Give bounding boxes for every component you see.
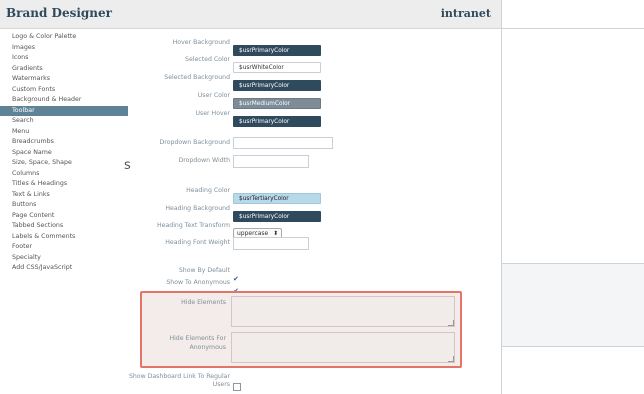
sidebar-item-labels-comments[interactable]: Labels & Comments <box>0 232 128 243</box>
sidebar-item-specialty[interactable]: Specialty <box>0 253 128 264</box>
sidebar-item-images[interactable]: Images <box>0 43 128 54</box>
label-heading-color: Heading Color <box>186 187 230 194</box>
user-hover-field[interactable]: $usrPrimaryColor <box>233 116 321 127</box>
sidebar-item-toolbar[interactable]: Toolbar <box>0 105 128 116</box>
sidebar-item-logo-color-palette[interactable]: Logo & Color Palette <box>0 32 128 43</box>
hide-elements-textarea[interactable] <box>231 296 455 327</box>
label-hide-elements-anonymous: Hide Elements For Anonymous <box>169 335 226 351</box>
brand-designer-window: Brand Designer intranet Logo & Color Pal… <box>0 0 502 394</box>
label-user-hover: User Hover <box>195 110 230 117</box>
hide-elements-anonymous-textarea[interactable] <box>231 332 455 363</box>
sidebar-item-text-links[interactable]: Text & Links <box>0 190 128 201</box>
sidebar-item-tabbed-sections[interactable]: Tabbed Sections <box>0 221 128 232</box>
sidebar-item-add-css-javascript[interactable]: Add CSS/JavaScript <box>0 263 128 274</box>
select-value: uppercase <box>237 230 269 237</box>
sidebar-item-footer[interactable]: Footer <box>0 242 128 253</box>
divider-line <box>502 28 644 29</box>
dropdown-width-input[interactable] <box>233 155 309 168</box>
row-show-to-anonymous: Show To Anonymous ✔ <box>128 277 498 295</box>
row-selected-color: Selected Color $usrWhiteColor <box>128 54 498 73</box>
site-name-label: intranet <box>440 7 491 20</box>
sidebar-item-breadcrumbs[interactable]: Breadcrumbs <box>0 137 128 148</box>
label-show-dashboard-link: Show Dashboard Link To Regular Users <box>128 373 230 388</box>
sidebar-item-custom-fonts[interactable]: Custom Fonts <box>0 85 128 96</box>
sidebar-item-gradients[interactable]: Gradients <box>0 64 128 75</box>
highlight-box: Hide Elements Hide Elements For Anonymou… <box>140 291 462 368</box>
label-selected-background: Selected Background <box>164 74 230 81</box>
row-show-by-default: Show By Default ✔ <box>128 265 498 283</box>
heading-font-weight-input[interactable] <box>233 237 309 250</box>
sidebar-item-background-header[interactable]: Background & Header <box>0 95 128 106</box>
sidebar-item-columns[interactable]: Columns <box>0 169 128 180</box>
select-arrows-icon: ⬍ <box>273 230 279 237</box>
sidebar-item-buttons[interactable]: Buttons <box>0 200 128 211</box>
cutoff-letter: s <box>124 158 131 173</box>
row-heading-font-weight: Heading Font Weight <box>128 237 498 250</box>
row-selected-background: Selected Background $usrPrimaryColor <box>128 72 498 91</box>
row-heading-text-transform: Heading Text Transform uppercase ⬍ <box>128 220 498 239</box>
label-heading-text-transform: Heading Text Transform <box>157 222 230 229</box>
label-heading-font-weight: Heading Font Weight <box>165 239 230 246</box>
row-user-hover: User Hover $usrPrimaryColor <box>128 108 498 127</box>
row-dropdown-width: Dropdown Width <box>128 155 498 168</box>
sidebar-item-size-space-shape[interactable]: Size, Space, Shape <box>0 158 128 169</box>
header-bar: Brand Designer intranet <box>0 0 501 29</box>
show-dashboard-link-checkbox[interactable] <box>233 383 241 391</box>
sidebar-nav: Logo & Color Palette Images Icons Gradie… <box>0 32 128 274</box>
row-heading-background: Heading Background $usrPrimaryColor <box>128 203 498 222</box>
label-hide-elements: Hide Elements <box>181 299 226 306</box>
sidebar-item-titles-headings[interactable]: Titles & Headings <box>0 179 128 190</box>
app-title: Brand Designer <box>6 6 112 20</box>
row-user-color: User Color $usrMediumColor <box>128 90 498 109</box>
row-hover-background: Hover Background $usrPrimaryColor <box>128 37 498 56</box>
label-heading-background: Heading Background <box>165 205 230 212</box>
sidebar-item-icons[interactable]: Icons <box>0 53 128 64</box>
row-dropdown-background: Dropdown Background <box>128 137 498 149</box>
label-dropdown-background: Dropdown Background <box>159 139 230 146</box>
sidebar-item-space-name[interactable]: Space Name <box>0 148 128 159</box>
sidebar-item-page-content[interactable]: Page Content <box>0 211 128 222</box>
sidebar-item-search[interactable]: Search <box>0 116 128 127</box>
sidebar-item-menu[interactable]: Menu <box>0 127 128 138</box>
row-heading-color: Heading Color $usrTertiaryColor <box>128 185 498 204</box>
label-show-by-default: Show By Default <box>178 267 230 274</box>
label-selected-color: Selected Color <box>185 56 230 63</box>
label-user-color: User Color <box>197 92 230 99</box>
label-dropdown-width: Dropdown Width <box>178 157 230 164</box>
row-show-dashboard-link: Show Dashboard Link To Regular Users <box>128 373 500 391</box>
dropdown-background-input[interactable] <box>233 137 333 149</box>
resize-handle-icon[interactable] <box>448 356 454 362</box>
label-hover-background: Hover Background <box>172 39 230 46</box>
sidebar-item-watermarks[interactable]: Watermarks <box>0 74 128 85</box>
label-show-to-anonymous: Show To Anonymous <box>166 279 230 286</box>
background-panel <box>502 263 644 347</box>
resize-handle-icon[interactable] <box>448 320 454 326</box>
